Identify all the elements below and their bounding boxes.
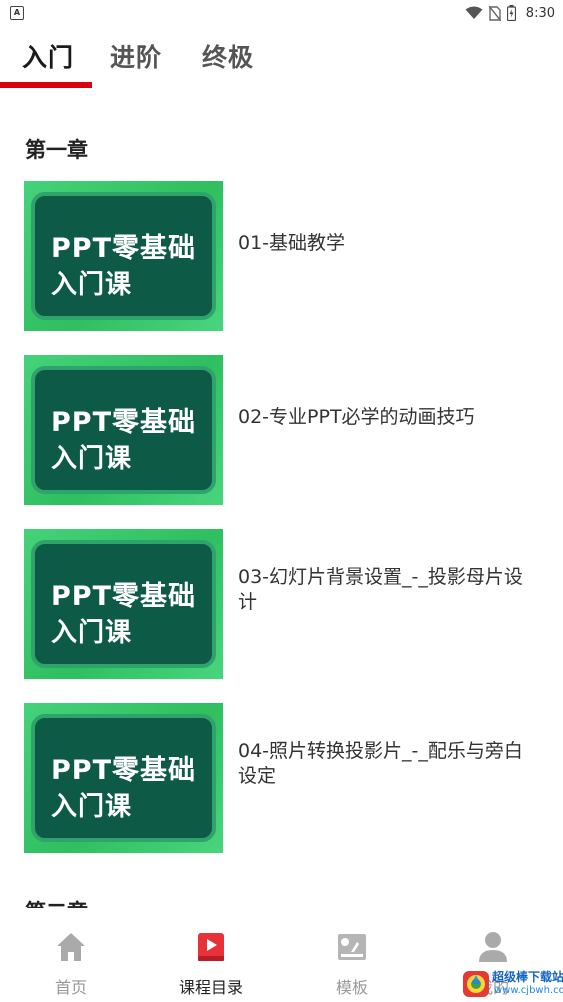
- wifi-icon: [465, 6, 483, 19]
- thumbnail-panel: PPT零基础 入门课: [31, 366, 216, 494]
- nav-course-catalog-label: 课程目录: [178, 978, 243, 997]
- site-watermark: 超级棒下载站 www.cjbwh.com: [462, 966, 563, 1000]
- level-tabs: 入门 进阶 终极: [0, 30, 563, 90]
- home-icon: [57, 933, 85, 961]
- status-bar: A 8:30: [0, 0, 563, 26]
- thumbnail-subtitle: 入门课: [51, 792, 133, 822]
- thumbnail-subtitle: 入门课: [51, 618, 133, 648]
- lesson-item[interactable]: PPT零基础 入门课 01-基础教学: [24, 181, 544, 331]
- nav-templates-label: 模板: [335, 978, 368, 997]
- watermark-url: www.cjbwh.com: [494, 985, 563, 996]
- lesson-thumbnail: PPT零基础 入门课: [24, 529, 223, 679]
- app-screen: A 8:30 入门 进阶 终极 第一章 PPT零基础 入门课 01-基础教学 P…: [0, 0, 563, 1002]
- template-icon: [338, 934, 366, 960]
- status-left: A: [10, 6, 24, 20]
- watermark-text: 超级棒下载站: [492, 970, 563, 984]
- watermark-logo-icon: [463, 971, 489, 997]
- play-icon: [198, 933, 224, 961]
- thumbnail-title: PPT零基础: [51, 755, 196, 786]
- lesson-title: 03-幻灯片背景设置_-_投影母片设计: [238, 566, 523, 613]
- user-icon: [479, 932, 507, 962]
- thumbnail-panel: PPT零基础 入门课: [31, 540, 216, 668]
- lesson-title: 04-照片转换投影片_-_配乐与旁白设定: [238, 740, 523, 787]
- lesson-title: 01-基础教学: [238, 232, 346, 254]
- thumbnail-panel: PPT零基础 入门课: [31, 714, 216, 842]
- lesson-item[interactable]: PPT零基础 入门课 04-照片转换投影片_-_配乐与旁白设定: [24, 703, 544, 853]
- tab-beginner[interactable]: 入门: [22, 38, 74, 74]
- tab-ultimate[interactable]: 终极: [202, 38, 254, 74]
- battery-icon: [506, 5, 516, 21]
- nav-templates[interactable]: 模板: [302, 930, 402, 998]
- no-sim-icon: [488, 5, 501, 21]
- lesson-thumbnail: PPT零基础 入门课: [24, 703, 223, 853]
- chapter-title: 第二章: [25, 896, 88, 908]
- thumbnail-title: PPT零基础: [51, 407, 196, 438]
- thumbnail-subtitle: 入门课: [51, 270, 133, 300]
- nav-home[interactable]: 首页: [21, 930, 121, 998]
- lesson-title: 02-专业PPT必学的动画技巧: [238, 406, 475, 428]
- lesson-thumbnail: PPT零基础 入门课: [24, 355, 223, 505]
- notification-app-icon: A: [10, 6, 24, 20]
- lesson-item[interactable]: PPT零基础 入门课 02-专业PPT必学的动画技巧: [24, 355, 544, 505]
- tab-intermediate[interactable]: 进阶: [110, 38, 162, 74]
- thumbnail-subtitle: 入门课: [51, 444, 133, 474]
- course-list: 第一章 PPT零基础 入门课 01-基础教学 PPT零基础 入门课 02-专业P…: [0, 96, 563, 908]
- status-right: 8:30: [465, 5, 555, 21]
- lesson-thumbnail: PPT零基础 入门课: [24, 181, 223, 331]
- nav-home-label: 首页: [54, 978, 87, 997]
- lesson-item[interactable]: PPT零基础 入门课 03-幻灯片背景设置_-_投影母片设计: [24, 529, 544, 679]
- active-tab-indicator: [0, 82, 92, 88]
- thumbnail-title: PPT零基础: [51, 233, 196, 264]
- nav-course-catalog[interactable]: 课程目录: [161, 930, 261, 998]
- status-time: 8:30: [525, 5, 555, 21]
- thumbnail-title: PPT零基础: [51, 581, 196, 612]
- thumbnail-panel: PPT零基础 入门课: [31, 192, 216, 320]
- chapter-title: 第一章: [25, 138, 88, 162]
